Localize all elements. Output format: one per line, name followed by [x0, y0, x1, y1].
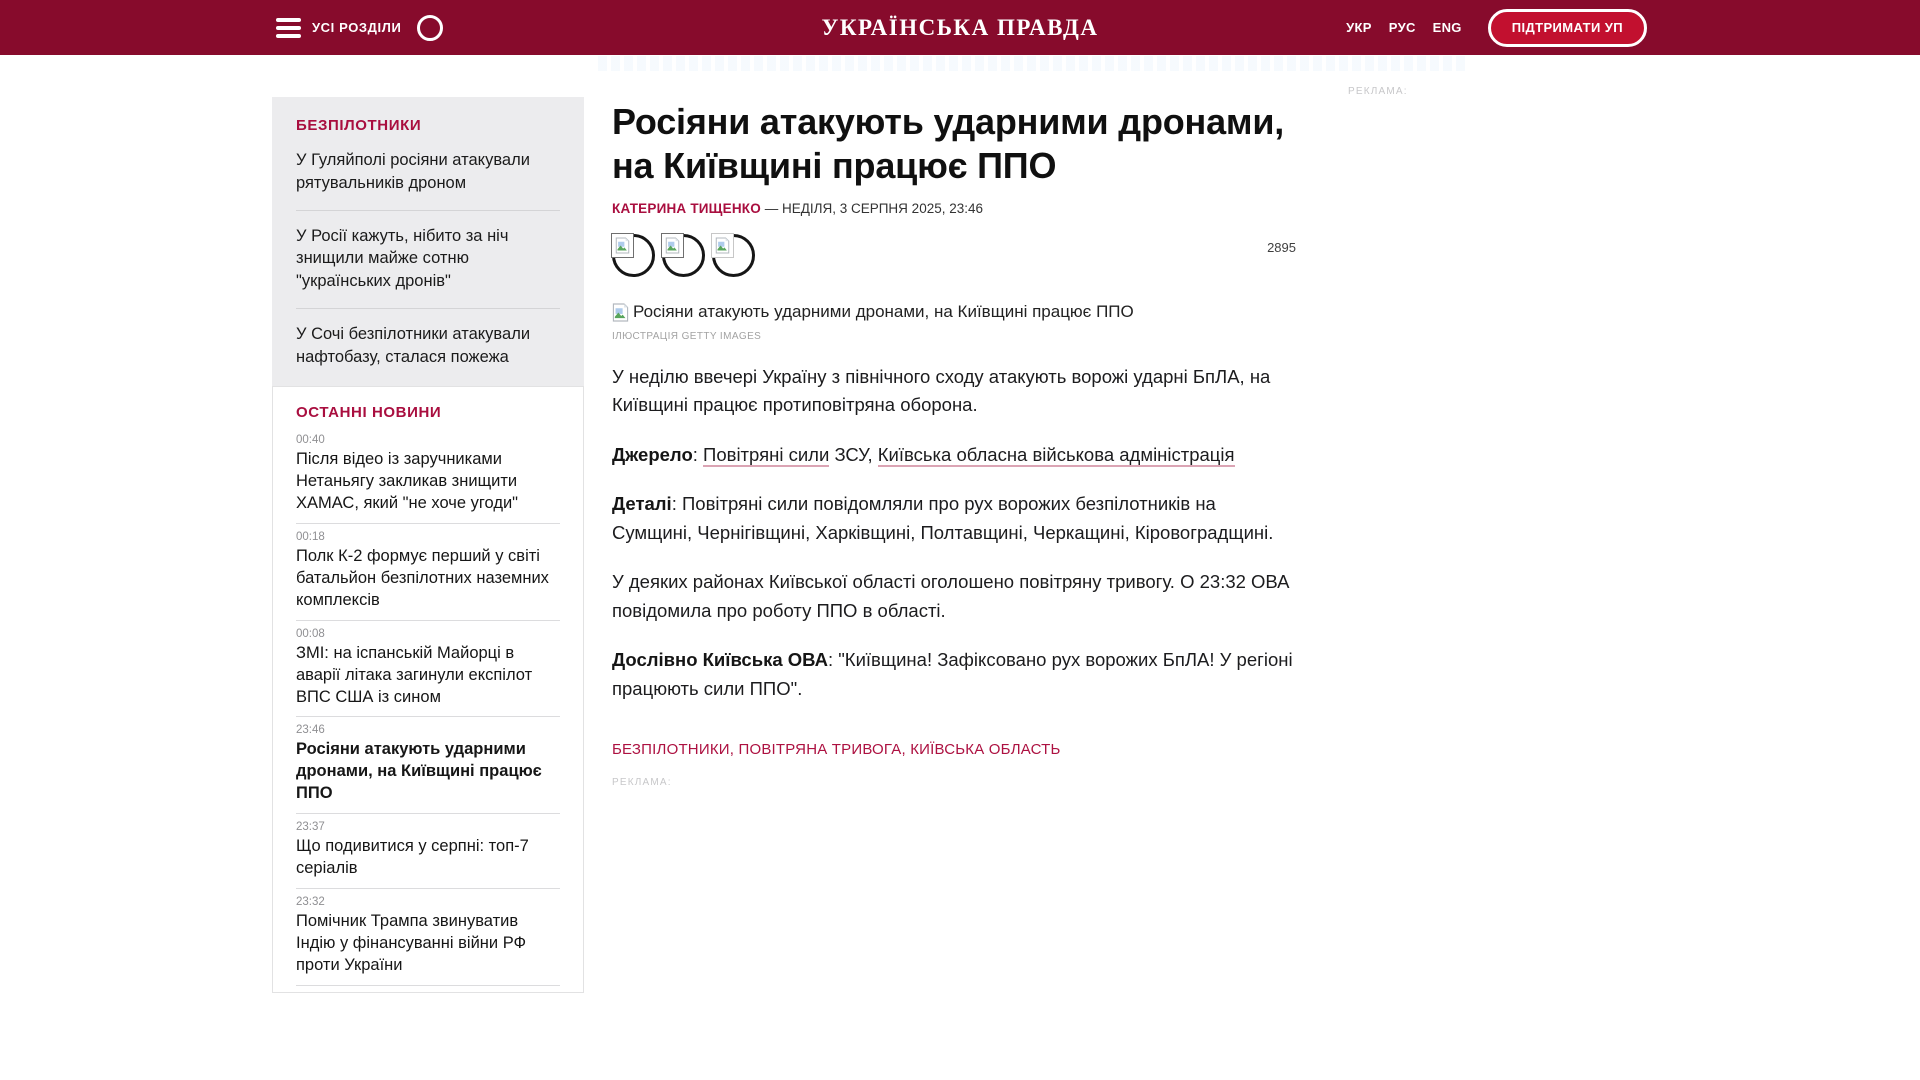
latest-news-list: 00:40 Після відео із заручниками Нетанья…	[296, 427, 560, 993]
paragraph-text: ЗСУ,	[829, 444, 877, 465]
news-list-item[interactable]: 23:37 Що подивитися у серпні: топ-7 сері…	[296, 813, 560, 888]
ad-placeholder-strip	[598, 56, 1468, 71]
news-list-item[interactable]: 23:46 Росіяни атакують ударними дронами,…	[296, 716, 560, 813]
topic-list-item[interactable]: У Гуляйполі росіяни атакували рятувальни…	[296, 149, 560, 195]
news-item-time: 00:18	[296, 531, 560, 543]
language-label: УКР	[1346, 20, 1372, 35]
broken-image-icon	[612, 303, 629, 322]
language-link[interactable]: УКР	[1346, 20, 1372, 35]
share-button-3[interactable]	[712, 234, 755, 277]
news-list-item[interactable]: 00:40 Після відео із заручниками Нетанья…	[296, 427, 560, 523]
news-item-time: 23:37	[296, 821, 560, 833]
share-row: 2895	[612, 234, 1296, 277]
article-date: НЕДІЛЯ, 3 СЕРПНЯ 2025, 23:46	[782, 201, 983, 216]
tag-link[interactable]: БЕЗПІЛОТНИКИ	[612, 741, 739, 758]
header-right-group: УКР РУС ENG ПІДТРИМАТИ УП	[1346, 0, 1647, 55]
topic-item-text: У Сочі безпілотники атакували нафтобазу,…	[296, 325, 530, 366]
image-alt-text: Росіяни атакують ударними дронами, на Ки…	[633, 301, 1134, 323]
news-list-item[interactable]: 00:08 ЗМІ: на іспанській Майорці в аварі…	[296, 620, 560, 717]
news-item-text: ЗМІ: на іспанській Майорці в аварії літа…	[296, 643, 560, 709]
news-item-time: 00:40	[296, 434, 560, 446]
language-label: РУС	[1389, 20, 1416, 35]
source-link-kyiv-ova[interactable]: Київська обласна військова адміністрація	[878, 444, 1235, 467]
tag-label: БЕЗПІЛОТНИКИ	[612, 741, 730, 758]
share-button-1[interactable]	[612, 234, 655, 277]
news-item-text: Помічник Трампа звинуватив Індію у фінан…	[296, 911, 560, 977]
broken-image-icon	[661, 233, 684, 258]
article-tags: БЕЗПІЛОТНИКИ ПОВІТРЯНА ТРИВОГА КИЇВСЬКА ОБ…	[612, 741, 1296, 758]
paragraph-lead: Джерело	[612, 444, 693, 465]
alert-paragraph: У деяких районах Київської області оголо…	[612, 568, 1296, 625]
support-up-button[interactable]: ПІДТРИМАТИ УП	[1488, 9, 1647, 47]
paragraph-text: У неділю ввечері Україну з північного сх…	[612, 366, 1270, 415]
news-item-time: 23:46	[296, 724, 560, 736]
news-item-text: Росіяни атакують ударними дронами, на Ки…	[296, 739, 560, 805]
topic-item-text: У Гуляйполі росіяни атакували рятувальни…	[296, 151, 530, 192]
ad-label-bottom: РЕКЛАМА:	[612, 777, 1296, 788]
image-caption: ІЛЮСТРАЦІЯ GETTY IMAGES	[612, 331, 1296, 342]
byline-dash: —	[761, 201, 782, 216]
language-link[interactable]: РУС	[1389, 20, 1416, 35]
broken-image-icon	[711, 233, 734, 258]
sidebar-latest-news-block: ОСТАННІ НОВИНИ 00:40 Після відео із зару…	[272, 386, 584, 993]
article-byline: КАТЕРИНА ТИЩЕНКО — НЕДІЛЯ, 3 СЕРПНЯ 2025…	[612, 201, 1296, 216]
news-list-item[interactable]: 00:18 Полк К-2 формує перший у світі бат…	[296, 523, 560, 620]
tag-label: КИЇВСЬКА ОБЛАСТЬ	[910, 741, 1060, 758]
news-item-text: Полк К-2 формує перший у світі батальйон…	[296, 546, 560, 612]
latest-news-title[interactable]: ОСТАННІ НОВИНИ	[296, 404, 560, 421]
article-figure: Росіяни атакують ударними дронами, на Ки…	[612, 301, 1296, 342]
topic-list-item[interactable]: У Сочі безпілотники атакували нафтобазу,…	[296, 308, 560, 369]
news-item-text: Після відео із заручниками Нетаньягу зак…	[296, 449, 560, 515]
broken-article-image: Росіяни атакують ударними дронами, на Ки…	[612, 301, 1296, 323]
article-lead-paragraph: У неділю ввечері Україну з північного сх…	[612, 363, 1296, 420]
language-switcher: УКР РУС ENG	[1346, 20, 1462, 35]
tag-link[interactable]: ПОВІТРЯНА ТРИВОГА	[739, 741, 911, 758]
source-paragraph: Джерело: Повітряні сили ЗСУ, Київська об…	[612, 441, 1296, 469]
paragraph-lead: Деталі	[612, 493, 672, 514]
paragraph-text: : Повітряні сили повідомляли про рух вор…	[612, 493, 1273, 542]
tag-label: ПОВІТРЯНА ТРИВОГА	[739, 741, 902, 758]
author-link[interactable]: КАТЕРИНА ТИЩЕНКО	[612, 201, 761, 216]
news-item-time: 00:08	[296, 628, 560, 640]
topic-list: У Гуляйполі росіяни атакували рятувальни…	[296, 149, 560, 368]
broken-image-icon	[611, 233, 634, 258]
paragraph-text: :	[693, 444, 703, 465]
ad-label-top: РЕКЛАМА:	[1348, 86, 1408, 97]
article-main-column: Росіяни атакують ударними дронами, на Ки…	[612, 88, 1296, 788]
news-list-item[interactable]: 23:13 ЗМІ: Британія евакуює до себе на л…	[296, 985, 560, 993]
sidebar-topic-block: БЕЗПІЛОТНИКИ У Гуляйполі росіяни атакува…	[272, 97, 584, 391]
article-title: Росіяни атакують ударними дронами, на Ки…	[612, 100, 1296, 188]
news-list-item[interactable]: 23:32 Помічник Трампа звинуватив Індію у…	[296, 888, 560, 985]
paragraph-lead: Дослівно Київська ОВА	[612, 649, 828, 670]
news-item-time: 23:32	[296, 896, 560, 908]
source-link-air-force[interactable]: Повітряні сили	[703, 444, 829, 467]
quote-paragraph: Дослівно Київська ОВА: "Київщина! Зафікс…	[612, 646, 1296, 703]
details-paragraph: Деталі: Повітряні сили повідомляли про р…	[612, 490, 1296, 547]
language-label: ENG	[1433, 20, 1462, 35]
topic-list-item[interactable]: У Росії кажуть, нібито за ніч знищили ма…	[296, 210, 560, 293]
site-header: УСІ РОЗДІЛИ УКРАЇНСЬКА ПРАВДА УКРРУСENG …	[0, 0, 1920, 55]
news-item-text: Що подивитися у серпні: топ-7 серіалів	[296, 836, 560, 880]
view-count: 2895	[1267, 240, 1296, 255]
topic-item-text: У Росії кажуть, нібито за ніч знищили ма…	[296, 227, 508, 291]
topic-block-title[interactable]: БЕЗПІЛОТНИКИ	[296, 117, 560, 134]
tag-link[interactable]: КИЇВСЬКА ОБЛАСТЬ	[910, 741, 1060, 758]
share-button-2[interactable]	[662, 234, 705, 277]
paragraph-text: У деяких районах Київської області оголо…	[612, 571, 1290, 620]
language-link[interactable]: ENG	[1433, 20, 1462, 35]
